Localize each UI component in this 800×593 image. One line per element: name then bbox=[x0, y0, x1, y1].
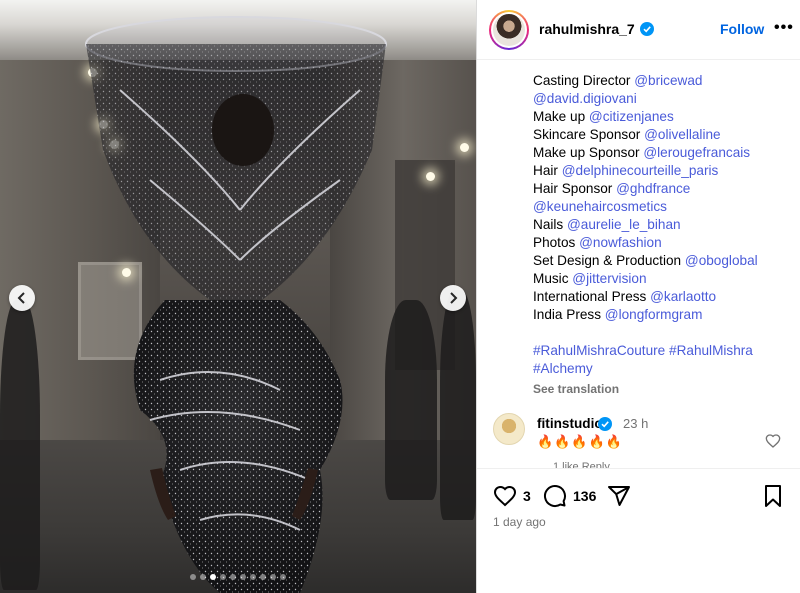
carousel-dot bbox=[190, 574, 196, 580]
mention-link[interactable]: @aurelie_le_bihan bbox=[567, 217, 681, 232]
author-avatar[interactable] bbox=[489, 10, 529, 50]
like-count: 3 bbox=[523, 488, 531, 504]
verified-badge-icon bbox=[640, 22, 654, 36]
caption-line: @david.digiovani bbox=[533, 90, 795, 108]
author-username[interactable]: rahulmishra_7 bbox=[539, 21, 635, 37]
caption-line: Nails @aurelie_le_bihan bbox=[533, 216, 795, 234]
carousel-dot bbox=[250, 574, 256, 580]
post-details-panel: rahulmishra_7 Follow ••• Casting Directo… bbox=[476, 0, 800, 593]
caption-line: Skincare Sponsor @olivellaline bbox=[533, 126, 795, 144]
chevron-right-icon bbox=[450, 292, 458, 304]
caption-line: Make up Sponsor @lerougefrancais bbox=[533, 144, 795, 162]
caption-line: India Press @longformgram bbox=[533, 306, 795, 324]
caption-line: #RahulMishraCouture #RahulMishra bbox=[533, 342, 795, 360]
caption-text: Skincare Sponsor bbox=[533, 127, 645, 142]
next-slide-button[interactable] bbox=[440, 285, 466, 311]
carousel-dot bbox=[270, 574, 276, 580]
carousel-dot bbox=[210, 574, 216, 580]
caption-line: #Alchemy bbox=[533, 360, 795, 378]
carousel-dot bbox=[280, 574, 286, 580]
caption-text: Make up bbox=[533, 109, 589, 124]
share-button[interactable] bbox=[607, 484, 631, 508]
mention-link[interactable]: @keunehaircosmetics bbox=[533, 199, 667, 214]
carousel-dot bbox=[220, 574, 226, 580]
caption-text: Hair Sponsor bbox=[533, 181, 617, 196]
like-button[interactable]: 3 bbox=[493, 484, 531, 508]
hashtag-link[interactable]: #RahulMishraCouture #RahulMishra bbox=[533, 343, 753, 358]
more-options-button[interactable]: ••• bbox=[774, 19, 794, 37]
mention-link[interactable]: @ghdfrance bbox=[616, 181, 690, 196]
follow-button[interactable]: Follow bbox=[720, 21, 764, 37]
post-actions: 3 136 1 day ago bbox=[477, 468, 800, 593]
mention-link[interactable]: @nowfashion bbox=[579, 235, 662, 250]
comment-count: 136 bbox=[573, 488, 597, 504]
carousel-dot bbox=[240, 574, 246, 580]
caption-text: Casting Director bbox=[533, 73, 635, 88]
caption-line: Make up @citizenjanes bbox=[533, 108, 795, 126]
caption-line: Casting Director @bricewad bbox=[533, 72, 795, 90]
caption-text: India Press bbox=[533, 307, 605, 322]
hashtag-link[interactable]: #Alchemy bbox=[533, 361, 593, 376]
carousel-dot bbox=[260, 574, 266, 580]
save-button[interactable] bbox=[761, 484, 785, 508]
verified-badge-icon bbox=[598, 417, 612, 431]
comment-button[interactable]: 136 bbox=[543, 484, 596, 508]
share-icon bbox=[608, 486, 630, 506]
caption-line: International Press @karlaotto bbox=[533, 288, 795, 306]
heart-icon bbox=[493, 485, 517, 507]
mention-link[interactable]: @bricewad bbox=[634, 73, 702, 88]
mention-link[interactable]: @karlaotto bbox=[650, 289, 716, 304]
mention-link[interactable]: @citizenjanes bbox=[589, 109, 674, 124]
mention-link[interactable]: @jittervision bbox=[572, 271, 646, 286]
mention-link[interactable]: @lerougefrancais bbox=[643, 145, 750, 160]
comment-timestamp: 23 h bbox=[623, 416, 649, 431]
caption-text: Music bbox=[533, 271, 573, 286]
caption-text: Make up Sponsor bbox=[533, 145, 644, 160]
caption-text: Photos bbox=[533, 235, 580, 250]
mention-link[interactable]: @oboglobal bbox=[685, 253, 758, 268]
caption-line: Hair @delphinecourteille_paris bbox=[533, 162, 795, 180]
post-media[interactable] bbox=[0, 0, 476, 593]
caption-text: Hair bbox=[533, 163, 562, 178]
comment-like-icon[interactable] bbox=[765, 433, 781, 449]
see-translation-button[interactable]: See translation bbox=[533, 380, 795, 398]
previous-slide-button[interactable] bbox=[9, 285, 35, 311]
comment-icon bbox=[544, 485, 566, 508]
chevron-left-icon bbox=[17, 292, 25, 304]
carousel-indicator bbox=[0, 574, 476, 580]
caption-line bbox=[533, 324, 795, 342]
caption-text: Set Design & Production bbox=[533, 253, 685, 268]
caption-line: @keunehaircosmetics bbox=[533, 198, 795, 216]
carousel-dot bbox=[200, 574, 206, 580]
post-header: rahulmishra_7 Follow ••• bbox=[477, 0, 800, 60]
carousel-dot bbox=[230, 574, 236, 580]
caption-text: International Press bbox=[533, 289, 651, 304]
caption-line: Photos @nowfashion bbox=[533, 234, 795, 252]
commenter-username[interactable]: fitinstudio bbox=[537, 416, 603, 431]
commenter-avatar[interactable] bbox=[493, 413, 525, 445]
caption-line: Music @jittervision bbox=[533, 270, 795, 288]
caption-line: Hair Sponsor @ghdfrance bbox=[533, 180, 795, 198]
post-timestamp: 1 day ago bbox=[493, 515, 546, 529]
avatar bbox=[493, 14, 525, 46]
mention-link[interactable]: @david.digiovani bbox=[533, 91, 637, 106]
mention-link[interactable]: @olivellaline bbox=[644, 127, 721, 142]
caption-text: Nails bbox=[533, 217, 567, 232]
mention-link[interactable]: @delphinecourteille_paris bbox=[562, 163, 719, 178]
comment-text: 🔥🔥🔥🔥🔥 bbox=[537, 434, 623, 449]
couture-gown-image bbox=[85, 16, 387, 593]
bookmark-icon bbox=[765, 485, 781, 507]
post-caption: Casting Director @bricewad @david.digiova… bbox=[533, 72, 795, 398]
mention-link[interactable]: @longformgram bbox=[605, 307, 703, 322]
caption-line: Set Design & Production @oboglobal bbox=[533, 252, 795, 270]
